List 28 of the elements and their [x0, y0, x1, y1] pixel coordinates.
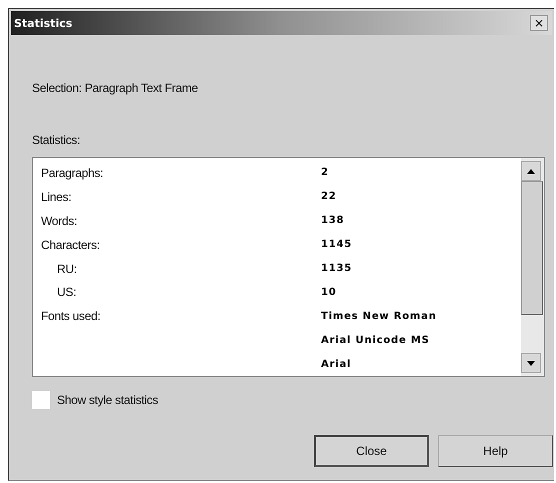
scroll-thumb[interactable] — [521, 181, 543, 315]
close-button[interactable]: × — [530, 15, 548, 31]
selection-label: Selection: Paragraph Text Frame — [32, 81, 199, 95]
stat-value: Times New Roman — [321, 310, 437, 322]
dialog-button[interactable]: Close — [314, 435, 429, 467]
stat-value: Arial — [321, 358, 352, 370]
stat-label: US: — [57, 285, 76, 300]
stat-value: 1145 — [321, 239, 352, 250]
stat-value: 10 — [321, 286, 337, 298]
statistics-label: Statistics: — [32, 133, 82, 147]
scroll-up-icon[interactable] — [521, 161, 541, 181]
checkbox-label: Show style statistics — [57, 393, 158, 407]
stat-label: Lines: — [41, 190, 72, 204]
stat-value: 2 — [321, 167, 329, 178]
scroll-down-icon[interactable] — [521, 353, 541, 373]
scrollbar[interactable] — [521, 158, 544, 376]
stat-label: Paragraphs: — [41, 166, 104, 180]
stat-value: 1135 — [321, 263, 352, 274]
stat-label: RU: — [57, 262, 77, 276]
stat-value: 22 — [321, 191, 337, 202]
stat-value: 138 — [321, 215, 344, 226]
window-title: Statistics — [14, 16, 72, 30]
stat-value: Arial Unicode MS — [321, 334, 430, 346]
stat-label: Characters: — [41, 238, 100, 252]
stat-label: Words: — [41, 214, 77, 228]
stat-label: Fonts used: — [41, 309, 100, 324]
dialog-button[interactable]: Help — [438, 435, 553, 467]
checkbox[interactable] — [32, 391, 50, 409]
